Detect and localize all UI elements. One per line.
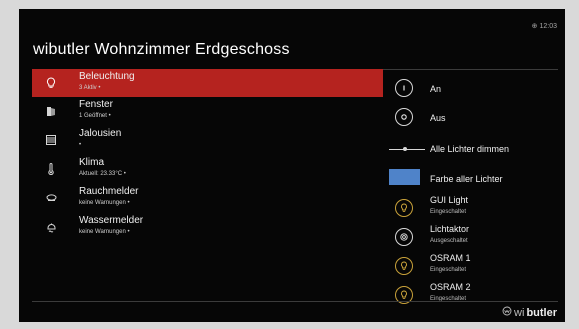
tv-screen: ⊕ 12:03 wibutler Wohnzimmer Erdgeschoss …: [19, 9, 565, 322]
device-osram-1[interactable]: OSRAM 1 Eingeschaltet: [389, 251, 559, 279]
blinds-icon: [45, 134, 57, 146]
page-title: wibutler Wohnzimmer Erdgeschoss: [33, 41, 290, 58]
category-list: Beleuchtung 3 Aktiv • Fenster 1 Geöffnet…: [32, 69, 383, 242]
dim-all-slider[interactable]: Alle Lichter dimmen: [389, 135, 559, 161]
water-sensor-icon: [45, 221, 57, 233]
category-item-rauchmelder[interactable]: Rauchmelder keine Warnungen •: [32, 184, 383, 213]
smoke-detector-icon: [45, 192, 57, 204]
category-status: keine Warnungen •: [79, 200, 130, 206]
color-all-label: Farbe aller Lichter: [430, 174, 503, 184]
category-item-klima[interactable]: Klima Aktuell: 23.33°C •: [32, 155, 383, 184]
category-item-fenster[interactable]: Fenster 1 Geöffnet •: [32, 97, 383, 126]
bulb-icon: [395, 257, 413, 275]
device-label: OSRAM 2: [430, 282, 471, 292]
category-status: •: [79, 142, 82, 148]
power-on-icon: [395, 79, 413, 97]
device-gui-light[interactable]: GUI Light Eingeschaltet: [389, 193, 559, 221]
device-lichtaktor[interactable]: Lichtaktor Ausgeschaltet: [389, 222, 559, 250]
category-item-wassermelder[interactable]: Wassermelder keine Warnungen •: [32, 213, 383, 242]
device-label: Lichtaktor: [430, 224, 470, 234]
thermometer-icon: [45, 163, 57, 175]
dim-all-label: Alle Lichter dimmen: [430, 144, 510, 154]
category-label: Jalousien: [79, 128, 122, 139]
color-all-button[interactable]: Farbe aller Lichter: [389, 165, 559, 191]
off-label: Aus: [430, 113, 446, 123]
power-off-icon: [395, 108, 413, 126]
brand-logo: wi butler: [502, 306, 557, 319]
category-item-jalousien[interactable]: Jalousien •: [32, 126, 383, 155]
category-label: Klima: [79, 157, 105, 168]
footer-divider: [32, 301, 558, 302]
brand-prefix: wi: [514, 306, 525, 319]
category-label: Wassermelder: [79, 215, 144, 226]
window-icon: [45, 105, 57, 117]
category-status: 3 Aktiv •: [79, 85, 101, 91]
device-status: Eingeschaltet: [430, 267, 467, 273]
brand-mark-icon: [502, 306, 512, 319]
category-label: Rauchmelder: [79, 186, 139, 197]
slider-handle[interactable]: [403, 147, 407, 151]
device-label: OSRAM 1: [430, 253, 471, 263]
device-status: Eingeschaltet: [430, 209, 467, 215]
all-on-button[interactable]: An: [389, 74, 559, 100]
category-status: 1 Geöffnet •: [79, 113, 111, 119]
device-status: Ausgeschaltet: [430, 238, 468, 244]
category-item-beleuchtung[interactable]: Beleuchtung 3 Aktiv •: [32, 69, 383, 97]
slider-track: [389, 149, 425, 150]
color-swatch: [389, 169, 420, 185]
brand-name: butler: [526, 306, 557, 319]
clock: ⊕ 12:03: [531, 23, 557, 30]
device-osram-2[interactable]: OSRAM 2 Eingeschaltet: [389, 280, 559, 308]
category-status: Aktuell: 23.33°C •: [79, 171, 126, 177]
all-off-button[interactable]: Aus: [389, 103, 559, 129]
category-status: keine Warnungen •: [79, 229, 130, 235]
bulb-icon: [45, 77, 57, 89]
category-label: Beleuchtung: [79, 71, 135, 82]
device-label: GUI Light: [430, 195, 469, 205]
category-label: Fenster: [79, 99, 113, 110]
light-actuator-icon: [395, 228, 413, 246]
on-label: An: [430, 84, 442, 94]
bulb-icon: [395, 199, 413, 217]
